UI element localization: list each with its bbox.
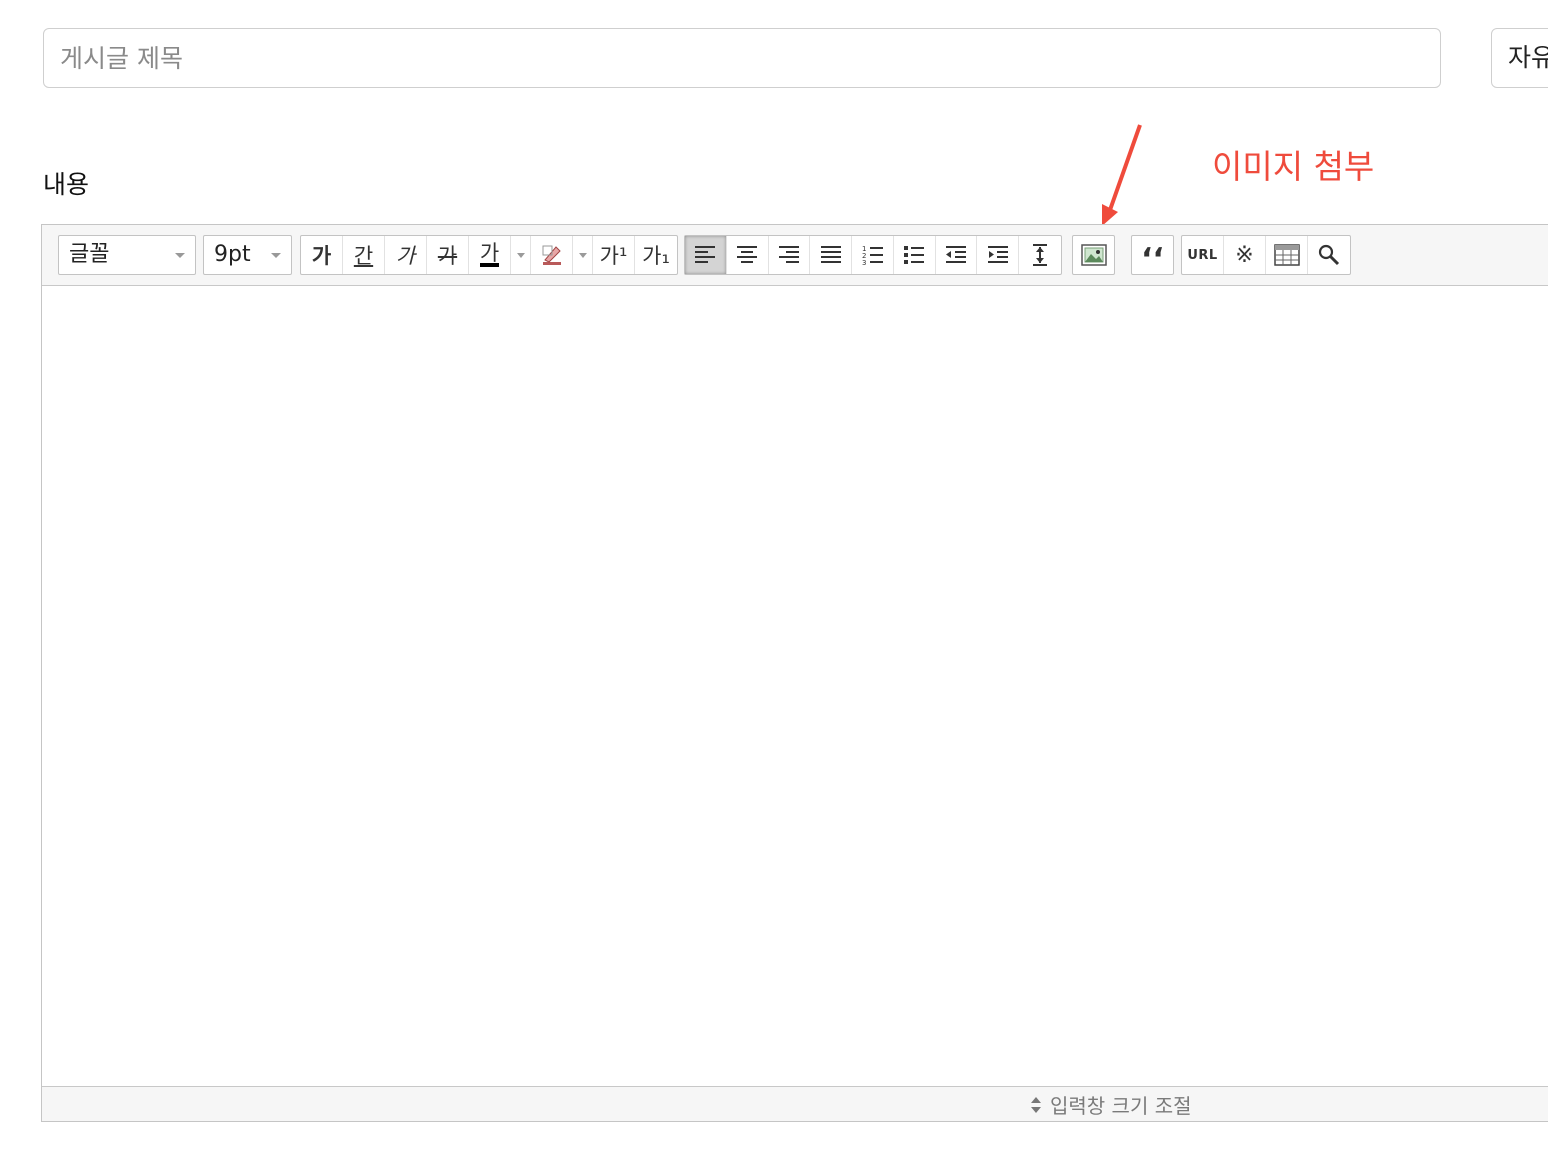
font-family-label: 글꼴 bbox=[69, 242, 110, 267]
line-height-icon bbox=[1033, 244, 1048, 266]
ordered-list-icon: 123 bbox=[862, 245, 883, 266]
url-button[interactable]: URL bbox=[1182, 236, 1224, 274]
align-justify-icon bbox=[820, 246, 841, 263]
caret-down-icon bbox=[516, 252, 525, 258]
align-right-icon bbox=[778, 246, 799, 263]
dropdown-caret-icon bbox=[175, 253, 185, 258]
rich-text-editor: 글꼴 9pt 가 간 가 가 가 가¹ 가₁ 1 2 3 ‘‘ URL ※ 입력… bbox=[41, 224, 1548, 1122]
editor-content-area[interactable] bbox=[42, 286, 1548, 1086]
category-select[interactable]: 자유 bbox=[1491, 28, 1548, 88]
bold-button[interactable]: 가 bbox=[301, 236, 343, 274]
editor-toolbar: 글꼴 9pt 가 간 가 가 가 가¹ 가₁ 1 2 3 ‘‘ URL ※ bbox=[42, 225, 1548, 286]
special-char-button[interactable]: ※ bbox=[1224, 236, 1266, 274]
highlighter-icon bbox=[542, 245, 561, 265]
font-size-label: 9pt bbox=[214, 242, 251, 267]
strikethrough-button[interactable]: 가 bbox=[427, 236, 469, 274]
align-justify-button[interactable] bbox=[810, 236, 853, 274]
font-color-dropdown[interactable] bbox=[511, 236, 531, 274]
font-size-dropdown[interactable]: 9pt bbox=[203, 235, 292, 275]
table-icon bbox=[1273, 244, 1300, 266]
text-format-group: 가 간 가 가 가 가¹ 가₁ bbox=[300, 235, 678, 275]
find-button[interactable] bbox=[1308, 236, 1350, 274]
search-icon bbox=[1318, 244, 1340, 266]
outdent-button[interactable] bbox=[936, 236, 978, 274]
underline-button[interactable]: 간 bbox=[343, 236, 385, 274]
font-color-button[interactable]: 가 bbox=[469, 236, 511, 274]
highlight-dropdown[interactable] bbox=[573, 236, 593, 274]
image-group bbox=[1072, 235, 1115, 275]
image-attach-button[interactable] bbox=[1073, 236, 1114, 274]
align-left-button[interactable] bbox=[685, 236, 727, 274]
quote-button[interactable]: ‘‘ bbox=[1132, 236, 1173, 277]
line-height-button[interactable] bbox=[1019, 236, 1061, 274]
table-button[interactable] bbox=[1266, 236, 1308, 274]
indent-button[interactable] bbox=[977, 236, 1020, 274]
align-center-icon bbox=[737, 246, 758, 263]
ordered-list-button[interactable]: 123 bbox=[852, 236, 894, 274]
paragraph-group: 123 bbox=[684, 235, 1062, 275]
url-icon: URL bbox=[1187, 247, 1218, 263]
quote-icon: ‘‘ bbox=[1141, 242, 1164, 277]
unordered-list-button[interactable] bbox=[894, 236, 936, 274]
outdent-icon bbox=[946, 246, 967, 263]
font-family-dropdown[interactable]: 글꼴 bbox=[58, 235, 196, 275]
align-left-icon bbox=[695, 246, 716, 263]
resize-arrows-icon bbox=[1031, 1097, 1041, 1113]
dropdown-caret-icon bbox=[271, 253, 281, 258]
image-icon bbox=[1080, 244, 1107, 266]
annotation-text: 이미지 첨부 bbox=[1212, 147, 1375, 186]
content-label: 내용 bbox=[43, 170, 90, 199]
quote-group: ‘‘ bbox=[1131, 235, 1174, 275]
post-title-input[interactable] bbox=[43, 28, 1441, 88]
highlight-button[interactable] bbox=[531, 236, 573, 274]
indent-icon bbox=[987, 246, 1008, 263]
annotation-arrow-icon bbox=[1102, 124, 1142, 226]
align-center-button[interactable] bbox=[727, 236, 769, 274]
special-char-icon: ※ bbox=[1235, 242, 1254, 268]
svg-text:3: 3 bbox=[862, 259, 866, 266]
align-right-button[interactable] bbox=[769, 236, 811, 274]
subscript-button[interactable]: 가₁ bbox=[635, 236, 677, 274]
unordered-list-icon bbox=[904, 246, 925, 264]
editor-resize-bar[interactable]: 입력창 크기 조절 bbox=[42, 1086, 1548, 1121]
italic-button[interactable]: 가 bbox=[385, 236, 427, 274]
superscript-button[interactable]: 가¹ bbox=[593, 236, 635, 274]
resize-label: 입력창 크기 조절 bbox=[1050, 1094, 1192, 1118]
caret-down-icon bbox=[578, 252, 587, 258]
insert-group: URL ※ bbox=[1181, 235, 1351, 275]
